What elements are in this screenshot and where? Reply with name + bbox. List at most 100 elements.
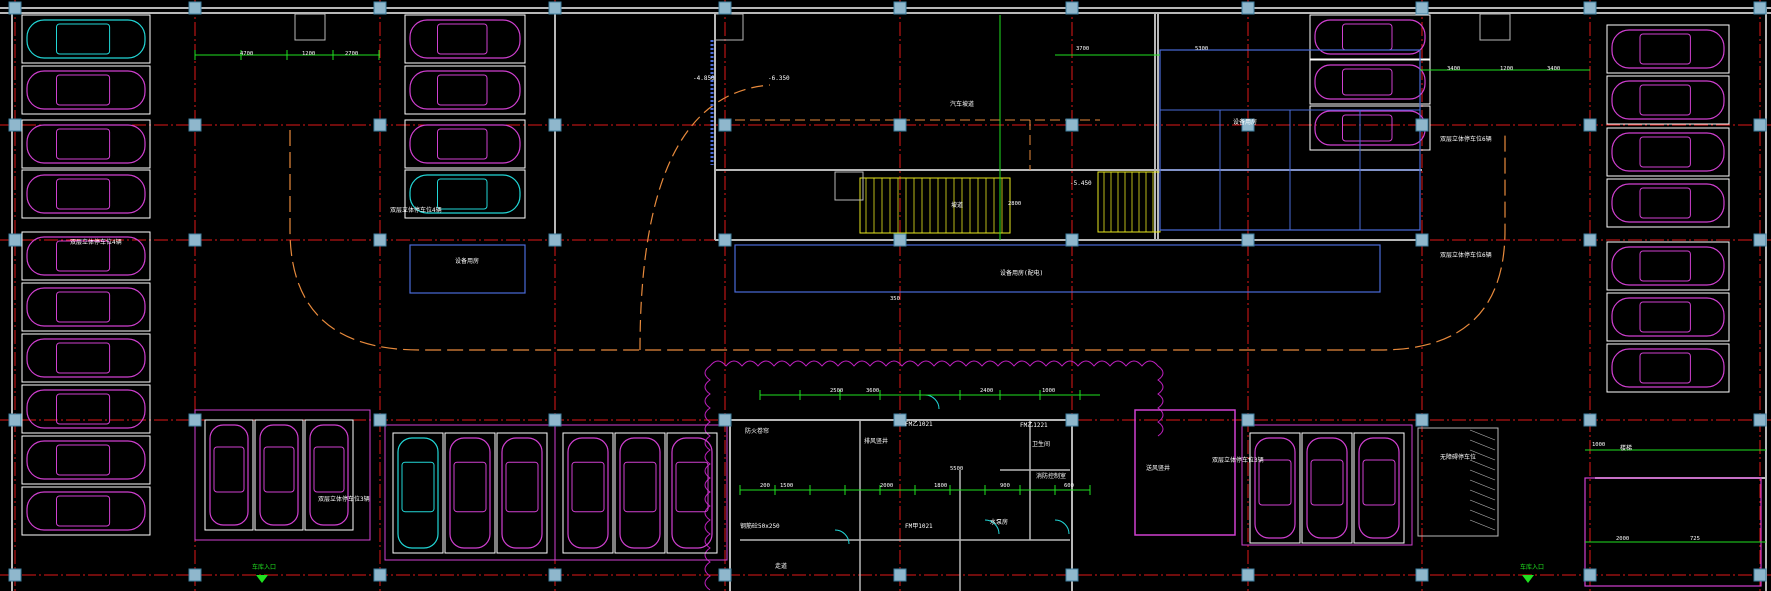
column-3-1 [548,118,562,132]
level-1: -5.450 [1070,180,1092,187]
note-3: 排风竖井 [864,437,888,445]
dim-1200-a: 1200 [302,51,315,57]
row-label-right-mid: 双层立体停车位6辆 [1440,251,1492,259]
column-0-2 [8,233,22,247]
toilet-label: 卫生间 [1032,440,1050,448]
dim-1500: 1500 [780,483,793,489]
column-8-3 [1415,413,1429,427]
dim-2000-a: 2000 [880,483,893,489]
column-7-0 [1241,1,1255,15]
column-0-4 [8,568,22,582]
column-4-3 [718,413,732,427]
level-3: -4.850 [693,75,715,82]
column-8-2 [1415,233,1429,247]
column-10-0 [1753,1,1767,15]
column-0-1 [8,118,22,132]
column-1-1 [188,118,202,132]
column-10-4 [1753,568,1767,582]
column-6-1 [1065,118,1079,132]
column-5-4 [893,568,907,582]
dim-2700: 2700 [345,51,358,57]
column-7-2 [1241,233,1255,247]
column-3-2 [548,233,562,247]
dim-5500: 5500 [950,466,963,472]
column-4-0 [718,1,732,15]
column-9-1 [1583,118,1597,132]
column-9-2 [1583,233,1597,247]
level-2: -6.350 [768,75,790,82]
column-6-2 [1065,233,1079,247]
dim-3400-b: 3400 [1547,66,1560,72]
column-0-3 [8,413,22,427]
column-4-1 [718,118,732,132]
note-2: 防火卷帘 [745,427,769,435]
column-2-3 [373,413,387,427]
column-10-1 [1753,118,1767,132]
column-2-4 [373,568,387,582]
accessible-stall-label: 无障碍停车位 [1440,453,1476,461]
column-9-0 [1583,1,1597,15]
equipment-room-left: 设备用房 [455,257,479,265]
column-3-0 [548,1,562,15]
column-4-4 [718,568,732,582]
column-3-3 [548,413,562,427]
column-8-1 [1415,118,1429,132]
column-9-4 [1583,568,1597,582]
dim-3600: 3600 [866,388,879,394]
dim-2000-b: 2000 [1616,536,1629,542]
column-10-2 [1753,233,1767,247]
column-1-0 [188,1,202,15]
column-6-0 [1065,1,1079,15]
drawing-background [0,0,1771,591]
note-4: 送风竖井 [1146,464,1170,472]
dim-600: 600 [1064,483,1074,489]
column-6-3 [1065,413,1079,427]
dim-1200-b: 1200 [1500,66,1513,72]
column-6-4 [1065,568,1079,582]
dim-3700: 3700 [1076,46,1089,52]
dim-1000-a: 1000 [1042,388,1055,394]
dim-1000-b: 1000 [1592,442,1605,448]
dim-2500: 2500 [830,388,843,394]
column-3-4 [548,568,562,582]
column-5-2 [893,233,907,247]
door-ref-1: FM乙1021 [905,421,933,428]
dim-350: 350 [890,296,900,302]
door-ref-2: FM乙1221 [1020,422,1048,429]
dim-3400-a: 3400 [1447,66,1460,72]
dim-4700: 4700 [240,51,253,57]
column-1-3 [188,413,202,427]
entrance-left: 车库入口 [252,563,276,571]
column-7-3 [1241,413,1255,427]
column-1-2 [188,233,202,247]
column-5-0 [893,1,907,15]
column-9-3 [1583,413,1597,427]
ramp-word: 坡道 [951,201,963,209]
row-label-bottom-right: 双层立体停车位3辆 [1212,456,1264,464]
dim-5300: 5300 [1195,46,1208,52]
row-label-right-top: 双层立体停车位6辆 [1440,135,1492,143]
note-1: 钢筋砼50x250 [740,522,780,530]
dim-900: 900 [1000,483,1010,489]
column-7-4 [1241,568,1255,582]
column-2-0 [373,1,387,15]
column-0-0 [8,1,22,15]
dim-2400: 2400 [980,388,993,394]
column-2-2 [373,233,387,247]
cad-floor-plan: 双层立体停车位4辆 双层立体停车位4辆 双层立体停车位6辆 双层立体停车位6辆 … [0,0,1771,591]
pump-room-label: 水泵房 [990,518,1008,526]
dim-2800: 2800 [1008,201,1021,207]
equipment-room-right: 设备用房 [1233,118,1257,126]
entrance-right: 车库入口 [1520,563,1544,571]
stairs-label: 楼梯 [1620,444,1632,452]
dim-725: 725 [1690,536,1700,542]
column-2-1 [373,118,387,132]
column-1-4 [188,568,202,582]
ramp-note: 汽车坡道 [950,100,974,108]
column-8-4 [1415,568,1429,582]
column-8-0 [1415,1,1429,15]
row-label-middle: 双层立体停车位4辆 [390,206,442,214]
equipment-band-label: 设备用房(配电) [1000,269,1043,277]
column-4-2 [718,233,732,247]
door-ref-3: FM甲1021 [905,523,933,530]
